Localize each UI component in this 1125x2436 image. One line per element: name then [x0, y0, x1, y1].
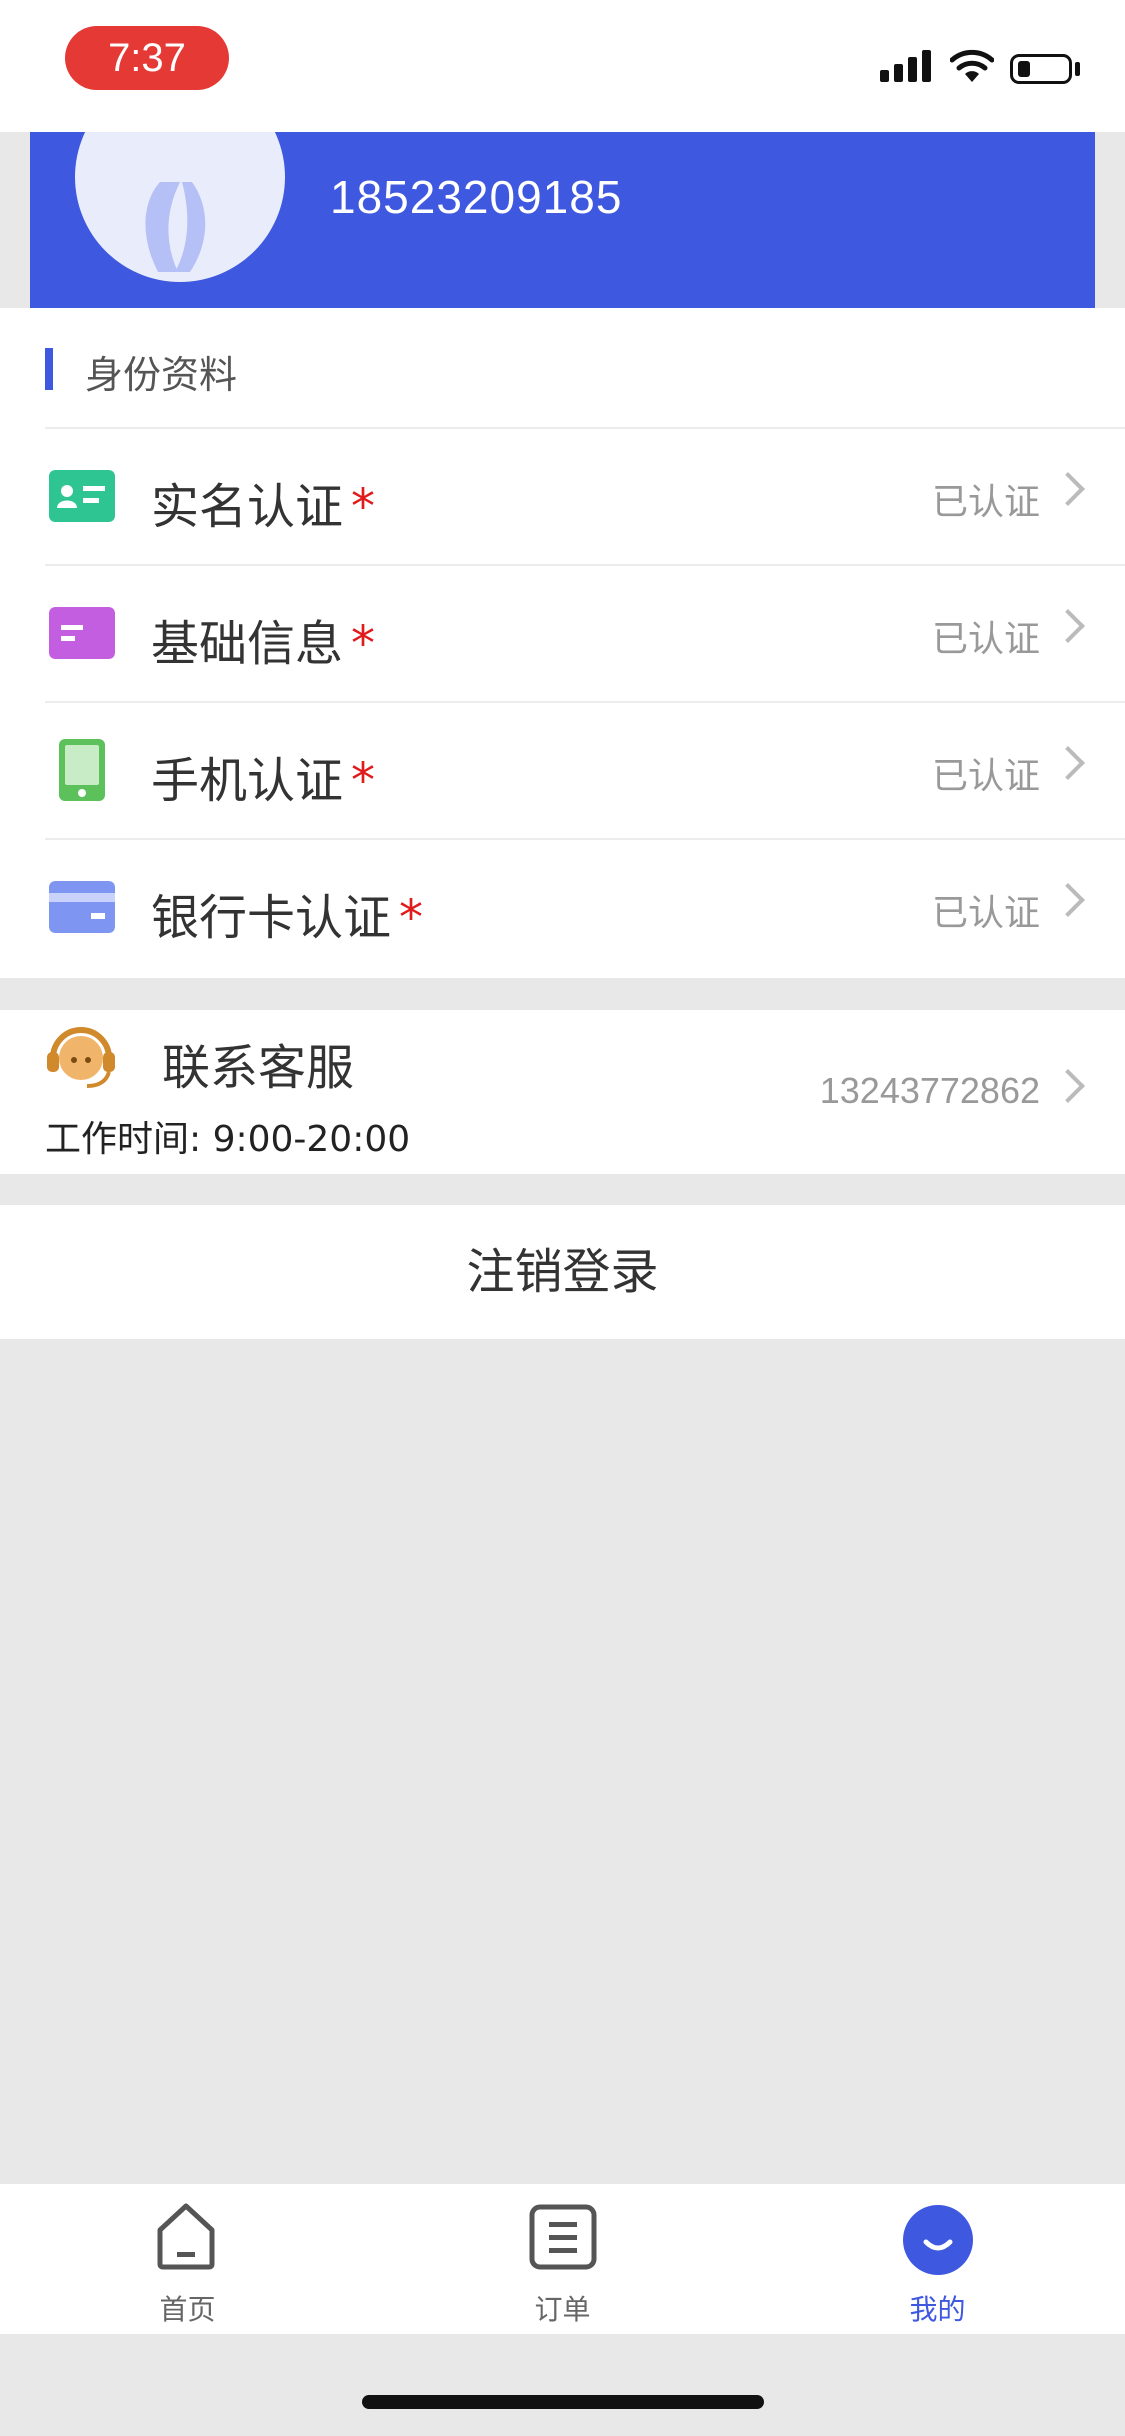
- contact-service-row[interactable]: 联系客服 工作时间: 9:00-20:00 13243772862: [0, 1010, 1125, 1174]
- row-status: 已认证: [931, 482, 1040, 523]
- row-real-name-auth[interactable]: 实名认证 * 已认证: [45, 427, 1125, 566]
- row-phone-auth[interactable]: 手机认证 * 已认证: [45, 701, 1125, 840]
- avatar-logo-icon: [145, 182, 206, 272]
- row-status: 已认证: [931, 619, 1040, 660]
- profile-header[interactable]: 18523209185: [30, 132, 1095, 308]
- tab-label: 订单: [534, 2293, 591, 2326]
- tab-label: 我的: [909, 2293, 966, 2326]
- profile-phone: 18523209185: [330, 171, 623, 223]
- section-accent: [45, 348, 53, 390]
- row-label: 手机认证 *: [151, 753, 376, 809]
- orders-icon: [529, 2204, 597, 2270]
- status-bar: 7:37: [0, 0, 1125, 132]
- row-bank-card-auth[interactable]: 银行卡认证 * 已认证: [45, 838, 1125, 977]
- battery-icon: [1010, 54, 1072, 84]
- tab-home[interactable]: 首页: [0, 2184, 375, 2334]
- home-icon: [157, 2203, 215, 2270]
- row-label: 基础信息 *: [151, 616, 376, 672]
- row-basic-info[interactable]: 基础信息 * 已认证: [45, 564, 1125, 703]
- working-hours: 工作时间: 9:00-20:00: [45, 1119, 411, 1160]
- tab-profile[interactable]: 我的: [750, 2184, 1125, 2334]
- row-label: 实名认证 *: [151, 479, 376, 535]
- phone-icon: [59, 739, 105, 801]
- signal-icon: [880, 0, 936, 132]
- chevron-right-icon: [1051, 609, 1085, 643]
- contact-title: 联系客服: [162, 1040, 355, 1096]
- bank-card-icon: [49, 881, 115, 933]
- chevron-right-icon: [1051, 883, 1085, 917]
- info-card-icon: [49, 607, 115, 659]
- headset-icon: [47, 1027, 115, 1088]
- row-status: 已认证: [931, 893, 1040, 934]
- tab-bar: 首页 订单 我的: [0, 2184, 1125, 2334]
- service-phone[interactable]: 13243772862: [820, 1070, 1040, 1112]
- chevron-right-icon: [1051, 472, 1085, 506]
- row-status: 已认证: [931, 756, 1040, 797]
- status-time: 7:37: [65, 26, 229, 90]
- home-indicator: [362, 2395, 764, 2409]
- wifi-icon: [950, 49, 994, 82]
- profile-icon: [903, 2205, 973, 2275]
- identity-section: 身份资料 实名认证 * 已认证 基础信息 * 已认证 手机认证 * 已认证 银行…: [0, 308, 1125, 978]
- avatar[interactable]: [75, 132, 285, 282]
- id-card-icon: [49, 470, 115, 522]
- tab-orders[interactable]: 订单: [375, 2184, 750, 2334]
- section-title: 身份资料: [85, 353, 238, 397]
- tab-label: 首页: [159, 2293, 216, 2326]
- chevron-right-icon: [1051, 746, 1085, 780]
- chevron-right-icon: [1051, 1069, 1085, 1103]
- logout-button[interactable]: 注销登录: [0, 1205, 1125, 1339]
- row-label: 银行卡认证 *: [151, 890, 424, 946]
